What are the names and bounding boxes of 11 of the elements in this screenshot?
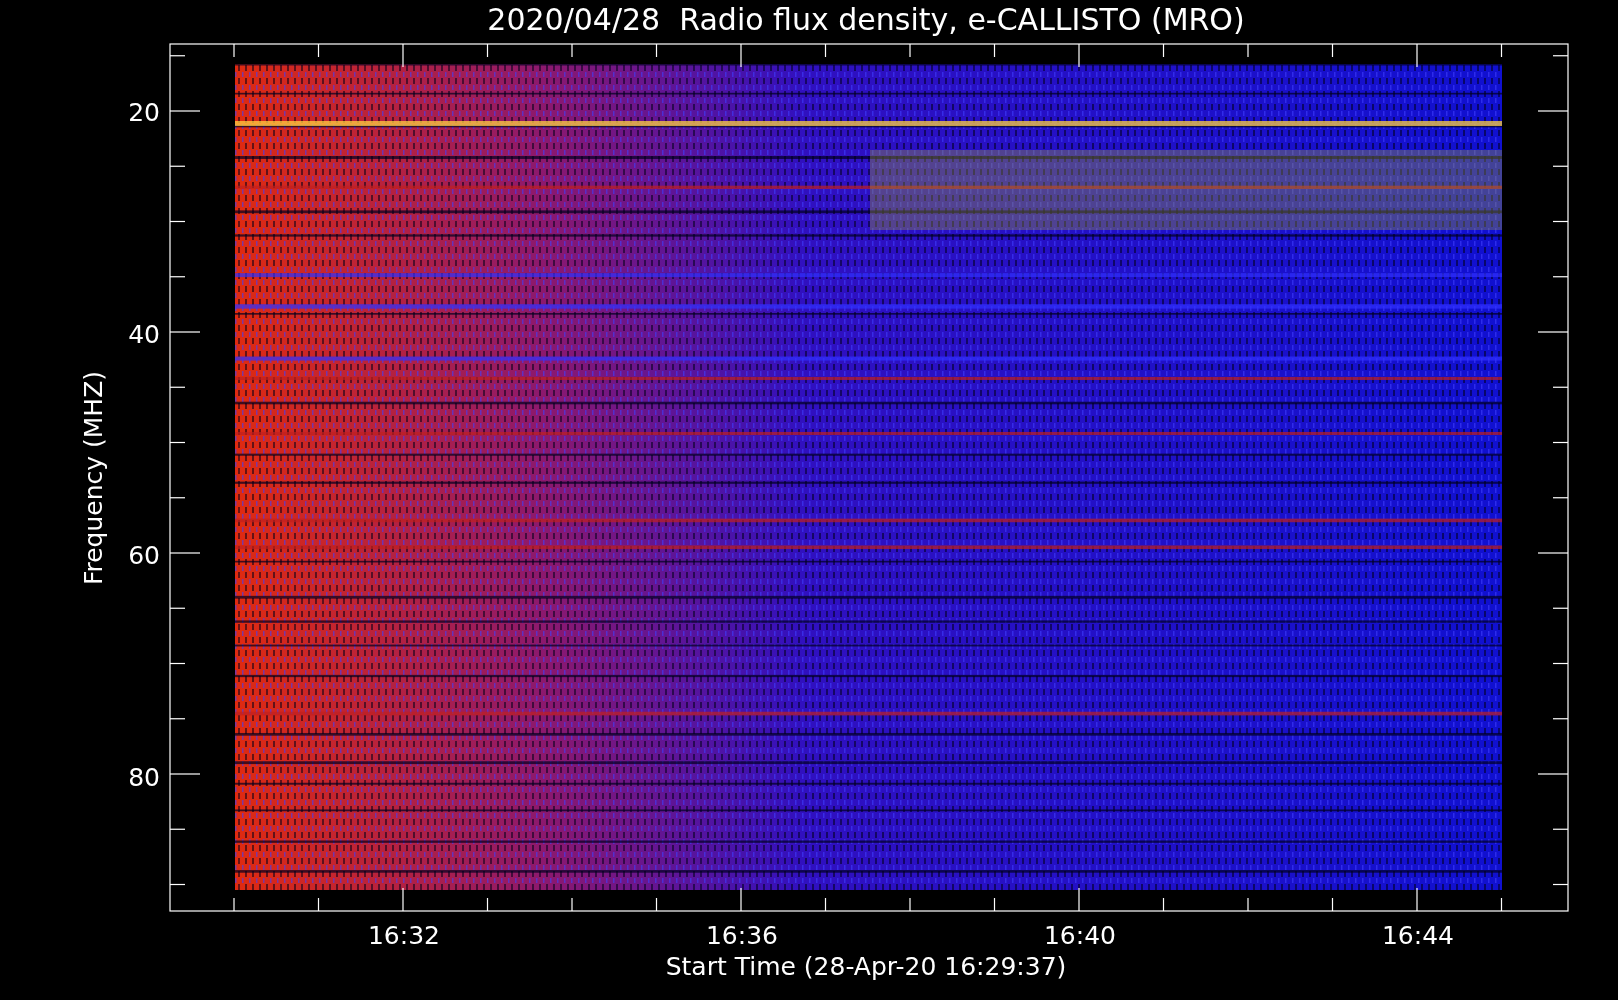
chart-title: 2020/04/28 Radio flux density, e-CALLISTO (MRO) [487, 2, 1245, 37]
x-tick-label: 16:32 [368, 921, 440, 950]
y-tick-label: 40 [128, 319, 160, 349]
y-tick-label: 20 [128, 98, 160, 127]
x-tick-label: 16:40 [1044, 921, 1116, 950]
y-tick-label: 60 [128, 541, 160, 570]
x-axis-label: Start Time (28-Apr-20 16:29:37) [665, 952, 1067, 981]
x-tick-label: 16:36 [706, 921, 778, 950]
y-tick-label: 80 [128, 762, 160, 792]
y-axis-label: Frequency (MHZ) [79, 370, 108, 586]
x-tick-label: 16:44 [1382, 921, 1454, 950]
